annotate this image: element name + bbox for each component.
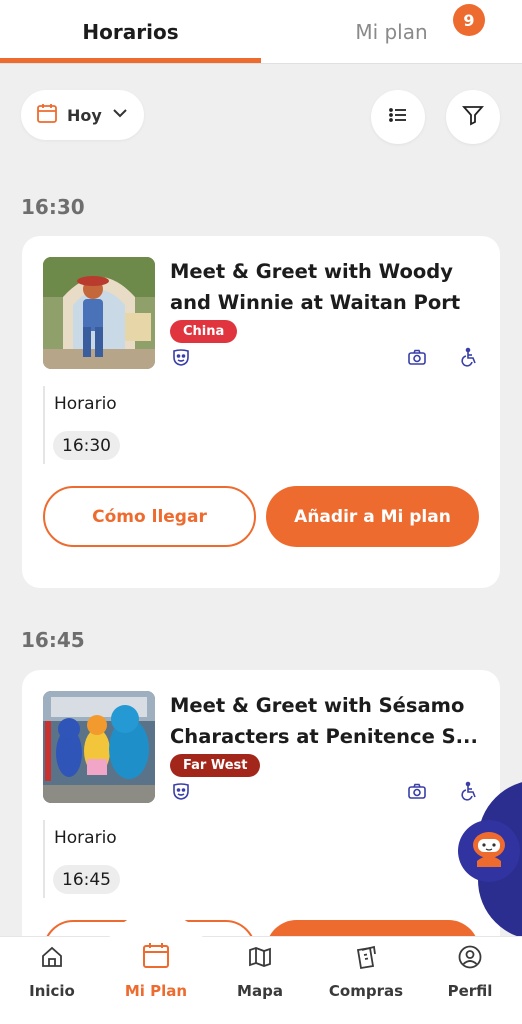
filter-icon [461,103,485,131]
area-tag: Far West [170,754,261,777]
nav-item-home[interactable]: Inicio [2,944,102,1000]
nav-label-profile: Perfil [447,982,493,1000]
time-heading: 16:30 [21,195,85,219]
event-title: Meet & Greet with Sésamo Characters at P… [170,690,485,752]
camera-icon [406,780,428,802]
character-mask-icon [170,780,192,802]
area-tag: China [170,320,238,343]
home-icon [39,944,65,974]
my-plan-count-badge: 9 [453,4,485,36]
nav-label-my-plan: Mi Plan [124,982,188,1000]
event-thumbnail [43,691,155,803]
nav-label-home: Inicio [29,982,75,1000]
wheelchair-accessible-icon [458,780,480,802]
calendar-icon [141,940,171,974]
time-heading: 16:45 [21,628,85,652]
nav-label-shopping: Compras [328,982,404,1000]
event-title-line-2: and Winnie at Waitan Port [170,291,461,314]
nav-label-map: Mapa [237,982,283,1000]
map-icon [247,944,273,974]
character-mask-icon [170,346,192,368]
assistant-button[interactable] [458,820,520,882]
calendar-icon [35,101,59,129]
nav-item-profile[interactable]: Perfil [420,944,520,1000]
assistant-avatar-icon [467,827,511,875]
event-title: Meet & Greet with Woody and Winnie at Wa… [170,256,485,318]
event-title-line-1: Meet & Greet with Woody [170,260,453,283]
tickets-icon [353,944,379,974]
nav-item-map[interactable]: Mapa [210,944,310,1000]
schedule-label: Horario [54,394,117,414]
schedule-time-chip: 16:45 [53,865,120,894]
list-icon [387,104,409,130]
tab-my-plan[interactable]: Mi plan [261,0,522,64]
event-card[interactable]: Meet & Greet with Woody and Winnie at Wa… [22,236,500,588]
schedule-time-chip: 16:30 [53,431,120,460]
date-selector-label: Hoy [67,105,102,125]
schedule-divider [43,820,45,898]
tab-schedules[interactable]: Horarios [0,0,261,64]
chevron-down-icon [110,103,130,127]
list-view-button[interactable] [371,90,425,144]
tab-my-plan-label: Mi plan [355,20,428,44]
wheelchair-accessible-icon [458,346,480,368]
filter-button[interactable] [446,90,500,144]
user-icon [457,944,483,974]
event-title-line-1: Meet & Greet with Sésamo [170,694,465,717]
event-title-line-2: Characters at Penitence S... [170,725,478,748]
camera-icon [406,346,428,368]
event-thumbnail [43,257,155,369]
add-to-plan-button[interactable]: Añadir a Mi plan [266,486,479,547]
active-tab-indicator [0,58,261,63]
directions-button[interactable]: Cómo llegar [43,486,256,547]
schedule-label: Horario [54,828,117,848]
top-tab-bar: Horarios Mi plan 9 [0,0,522,64]
date-selector[interactable]: Hoy [21,90,144,140]
tab-schedules-label: Horarios [82,20,179,44]
nav-item-shopping[interactable]: Compras [316,944,416,1000]
schedule-divider [43,386,45,464]
nav-item-my-plan[interactable]: Mi Plan [106,940,206,1000]
